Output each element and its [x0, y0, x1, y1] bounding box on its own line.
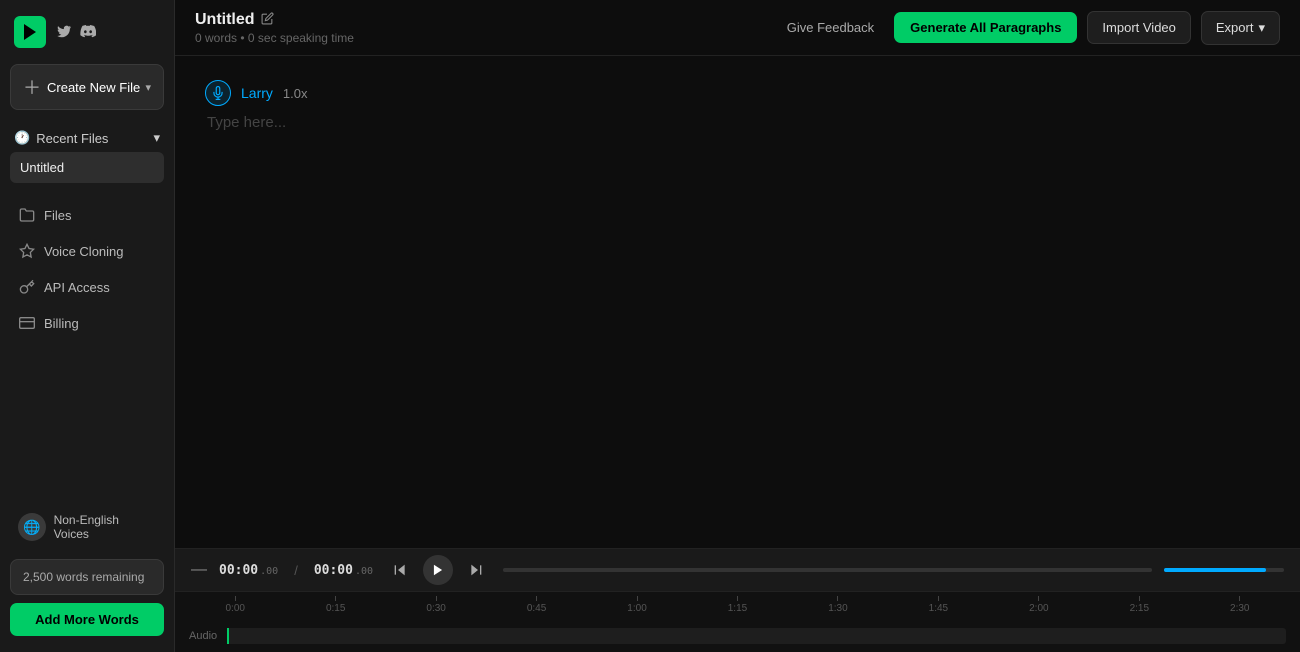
top-bar-right: Give Feedback Generate All Paragraphs Im… — [777, 11, 1280, 45]
editor-placeholder[interactable]: Type here... — [205, 114, 1270, 131]
timeline-area: 0:000:150:300:451:001:151:301:452:002:15… — [175, 592, 1300, 652]
export-button[interactable]: Export ▾ — [1201, 11, 1280, 45]
chevron-down-icon: ▾ — [145, 81, 151, 94]
time-display-current: 00:00 .00 — [219, 563, 278, 578]
sidebar-item-api-access-label: API Access — [44, 280, 110, 295]
non-english-label: Non-English Voices — [54, 513, 156, 541]
twitter-icon[interactable] — [56, 23, 72, 42]
transport-controls: — 00:00 .00 / 00:00 .00 — [175, 549, 1300, 592]
sidebar-bottom: 🌐 Non-English Voices 2,500 words remaini… — [0, 495, 174, 652]
timeline-track-label: Audio — [189, 630, 217, 642]
create-new-file-button[interactable]: ＋ Create New File ▾ — [10, 64, 164, 110]
doc-title-row: Untitled — [195, 11, 354, 29]
chevron-down-icon-recent: ▾ — [153, 130, 160, 146]
edit-icon[interactable] — [261, 12, 274, 28]
sidebar-item-files-label: Files — [44, 208, 71, 223]
sidebar-item-files[interactable]: Files — [10, 197, 164, 233]
ruler-mark: 1:00 — [587, 596, 687, 614]
words-remaining-text: 2,500 words remaining — [23, 570, 144, 584]
time-total-sub: .00 — [355, 566, 373, 577]
import-video-button[interactable]: Import Video — [1087, 11, 1190, 44]
editor-area[interactable]: Larry 1.0x Type here... — [175, 56, 1300, 548]
time-current: 00:00 — [219, 563, 258, 578]
non-english-voices-button[interactable]: 🌐 Non-English Voices — [10, 505, 164, 549]
star-icon — [18, 242, 36, 260]
generate-all-paragraphs-button[interactable]: Generate All Paragraphs — [894, 12, 1077, 43]
ruler-mark: 0:00 — [185, 596, 285, 614]
ruler-container: 0:000:150:300:451:001:151:301:452:002:15… — [175, 592, 1300, 614]
time-separator: / — [294, 563, 298, 578]
export-label: Export — [1216, 20, 1254, 35]
ruler-mark: 2:00 — [989, 596, 1089, 614]
chevron-down-icon-export: ▾ — [1258, 20, 1265, 36]
recent-files-section: 🕐 Recent Files ▾ Untitled — [0, 120, 174, 189]
doc-title: Untitled — [195, 11, 255, 29]
ruler-mark: 1:15 — [687, 596, 787, 614]
voice-row: Larry 1.0x — [205, 80, 1270, 106]
transport-bar: — 00:00 .00 / 00:00 .00 — [175, 548, 1300, 652]
time-display-total: 00:00 .00 — [314, 563, 373, 578]
add-words-label: Add More Words — [35, 612, 139, 627]
voice-name[interactable]: Larry — [241, 85, 273, 101]
ruler-mark: 1:30 — [788, 596, 888, 614]
recent-section-label: Recent Files — [36, 131, 108, 146]
ruler-mark: 0:45 — [486, 596, 586, 614]
transport-progress-bar[interactable] — [503, 568, 1152, 572]
social-icons — [56, 23, 96, 42]
top-bar: Untitled 0 words • 0 sec speaking time G… — [175, 0, 1300, 56]
voice-speed[interactable]: 1.0x — [283, 86, 308, 101]
sidebar-item-billing-label: Billing — [44, 316, 79, 331]
ruler-mark: 2:30 — [1190, 596, 1290, 614]
card-icon — [18, 314, 36, 332]
recent-item-label: Untitled — [20, 160, 64, 175]
sidebar-item-api-access[interactable]: API Access — [10, 269, 164, 305]
recent-files-header[interactable]: 🕐 Recent Files ▾ — [10, 124, 164, 152]
recent-item[interactable]: Untitled — [10, 152, 164, 183]
sidebar-nav: Files Voice Cloning API Access Billing — [0, 189, 174, 495]
transport-buttons — [385, 555, 491, 585]
non-english-icon: 🌐 — [18, 513, 46, 541]
timeline-cursor — [227, 628, 229, 644]
skip-forward-button[interactable] — [461, 555, 491, 585]
ruler-mark: 1:45 — [888, 596, 988, 614]
words-remaining-box: 2,500 words remaining — [10, 559, 164, 595]
sidebar-item-voice-cloning-label: Voice Cloning — [44, 244, 124, 259]
top-bar-left: Untitled 0 words • 0 sec speaking time — [195, 11, 354, 45]
volume-area — [1164, 568, 1284, 572]
main-content: Untitled 0 words • 0 sec speaking time G… — [175, 0, 1300, 652]
doc-meta: 0 words • 0 sec speaking time — [195, 31, 354, 45]
give-feedback-button[interactable]: Give Feedback — [777, 14, 884, 41]
volume-fill — [1164, 568, 1266, 572]
time-current-sub: .00 — [260, 566, 278, 577]
sidebar-header — [0, 0, 174, 58]
ruler-mark: 0:30 — [386, 596, 486, 614]
timeline-track — [227, 628, 1286, 644]
voice-avatar — [205, 80, 231, 106]
logo-icon[interactable] — [14, 16, 46, 48]
sidebar-item-billing[interactable]: Billing — [10, 305, 164, 341]
ruler-mark: 0:15 — [285, 596, 385, 614]
time-total: 00:00 — [314, 563, 353, 578]
skip-back-button[interactable] — [385, 555, 415, 585]
ruler-mark: 2:15 — [1089, 596, 1189, 614]
play-button[interactable] — [423, 555, 453, 585]
sidebar-item-voice-cloning[interactable]: Voice Cloning — [10, 233, 164, 269]
volume-bar[interactable] — [1164, 568, 1284, 572]
transport-dash: — — [191, 561, 207, 579]
plus-icon: ＋ — [23, 74, 41, 100]
sidebar: ＋ Create New File ▾ 🕐 Recent Files ▾ Unt… — [0, 0, 175, 652]
clock-icon: 🕐 — [14, 130, 30, 146]
key-icon — [18, 278, 36, 296]
create-btn-label: Create New File — [47, 80, 140, 95]
folder-icon — [18, 206, 36, 224]
add-more-words-button[interactable]: Add More Words — [10, 603, 164, 636]
discord-icon[interactable] — [80, 23, 96, 42]
